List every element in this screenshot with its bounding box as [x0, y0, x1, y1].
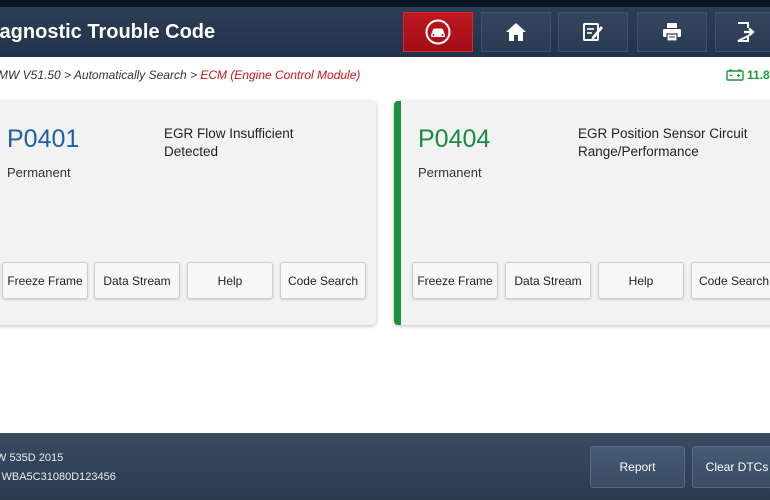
header-bar: iagnostic Trouble Code	[0, 7, 770, 57]
edit-button[interactable]	[558, 12, 628, 52]
page-title: iagnostic Trouble Code	[0, 21, 216, 43]
data-stream-button[interactable]: Data Stream	[94, 262, 180, 299]
vehicle-model: W 535D 2015	[0, 452, 64, 464]
code-search-button[interactable]: Code Search	[280, 262, 366, 299]
code-search-button[interactable]: Code Search	[691, 262, 770, 299]
dtc-description: EGR Position Sensor Circuit Range/Perfor…	[578, 126, 748, 159]
freeze-frame-button[interactable]: Freeze Frame	[2, 262, 88, 299]
home-icon	[506, 23, 526, 41]
dtc-card[interactable]: P0401 Permanent EGR Flow Insufficient De…	[0, 101, 376, 325]
clear-dtcs-button[interactable]: Clear DTCs	[692, 446, 770, 488]
breadcrumb-module: ECM (Engine Control Module)	[200, 68, 361, 82]
home-button[interactable]	[481, 12, 551, 52]
dtc-status: Permanent	[7, 165, 71, 180]
help-button[interactable]: Help	[598, 262, 684, 299]
edit-icon	[583, 23, 603, 41]
freeze-frame-button[interactable]: Freeze Frame	[412, 262, 498, 299]
dtc-card-selected[interactable]: P0404 Permanent EGR Position Sensor Circ…	[394, 101, 770, 325]
dtc-description: EGR Flow Insufficient Detected	[164, 126, 294, 159]
dtc-code: P0404	[418, 125, 491, 153]
help-button[interactable]: Help	[187, 262, 273, 299]
vehicle-button[interactable]	[403, 12, 473, 52]
print-icon	[663, 23, 681, 42]
print-button[interactable]	[637, 12, 707, 52]
data-stream-button[interactable]: Data Stream	[505, 262, 591, 299]
dtc-code: P0401	[7, 125, 80, 153]
breadcrumb-path: MW V51.50 > Automatically Search >	[0, 68, 201, 82]
exit-icon	[737, 22, 755, 42]
top-status-strip	[0, 0, 770, 7]
dtc-status: Permanent	[418, 165, 482, 180]
exit-button[interactable]	[715, 12, 770, 52]
battery-icon	[726, 69, 744, 81]
footer-bar: W 535D 2015 l WBA5C31080D123456 Report C…	[0, 433, 770, 500]
breadcrumb: MW V51.50 > Automatically Search > ECM (…	[0, 68, 360, 82]
battery-value: 11.8	[747, 68, 770, 82]
vehicle-vin: l WBA5C31080D123456	[0, 471, 116, 483]
car-icon	[425, 19, 451, 45]
report-button[interactable]: Report	[590, 446, 685, 488]
battery-voltage: 11.8	[726, 68, 770, 82]
